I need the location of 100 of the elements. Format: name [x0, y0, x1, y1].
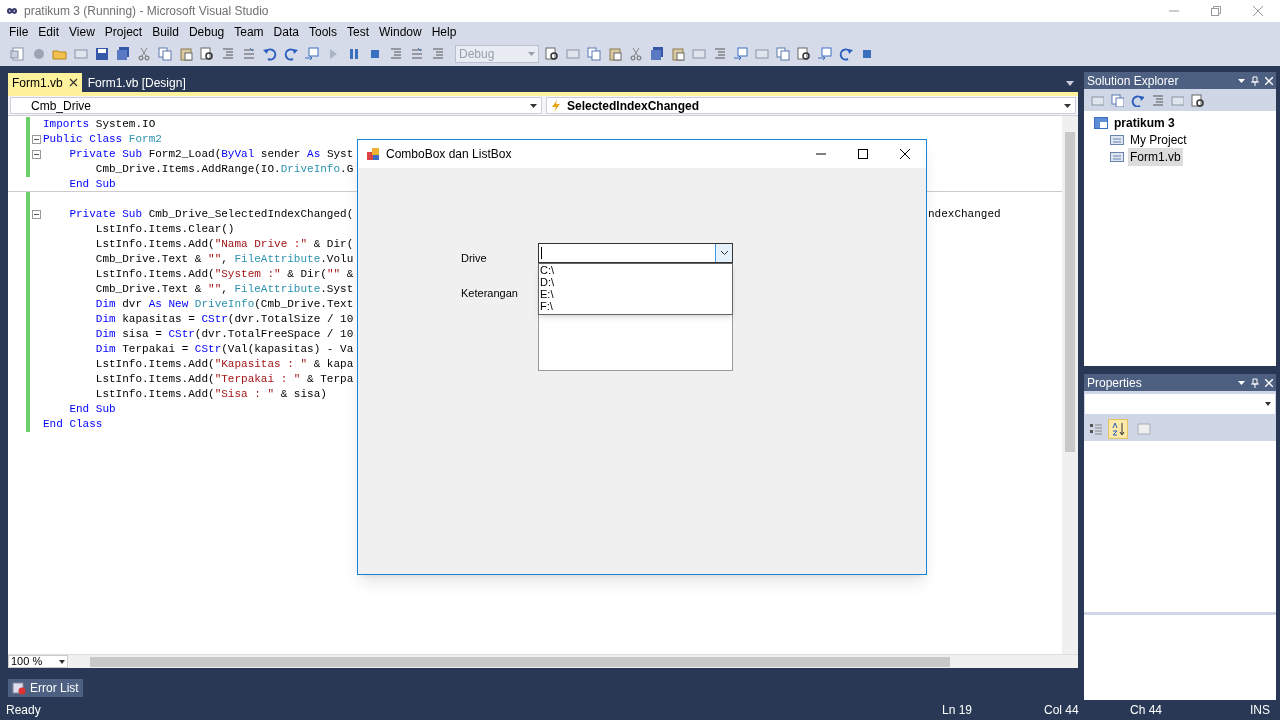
- code-line: Cmb_Drive.Text & "", FileAttribute.Volu: [94, 252, 354, 267]
- copy-icon[interactable]: [775, 46, 791, 62]
- find-icon[interactable]: [1190, 93, 1204, 107]
- error-list-tab[interactable]: Error List: [8, 679, 83, 697]
- caret-icon: [530, 103, 537, 108]
- file-icon: [1110, 150, 1124, 163]
- code-line: Dim kapasitas = CStr(dvr.TotalSize / 10: [94, 312, 354, 327]
- indent-icon[interactable]: [712, 46, 728, 62]
- code-line: Cmb_Drive.Text & "", FileAttribute.Syst: [94, 282, 354, 297]
- menu-item[interactable]: View: [64, 23, 100, 41]
- save-icon[interactable]: [94, 46, 110, 62]
- maximize-icon[interactable]: [857, 148, 869, 160]
- caret-icon[interactable]: [1066, 81, 1074, 86]
- tree-item[interactable]: Form1.vb: [1128, 147, 1183, 166]
- project-icon: [1094, 116, 1108, 129]
- copy-icon[interactable]: [586, 46, 602, 62]
- vertical-scrollbar[interactable]: [1062, 116, 1078, 654]
- code-line: Cmb_Drive.Items.AddRange(IO.DriveInfo.G: [94, 162, 354, 177]
- indent-icon[interactable]: [220, 46, 236, 62]
- find-icon[interactable]: [796, 46, 812, 62]
- caret-icon: [1265, 402, 1271, 406]
- menu-item[interactable]: Edit: [33, 23, 65, 41]
- code-line: Dim sisa = CStr(dvr.TotalFreeSpace / 10: [94, 327, 354, 342]
- collapse-icon[interactable]: [32, 210, 41, 219]
- menu-item[interactable]: Tools: [303, 23, 342, 41]
- code-line: Private Sub Form2_Load(ByVal sender As Syst: [68, 147, 354, 162]
- window-title: pratikum 3 (Running) - Microsoft Visual Studio: [24, 3, 269, 20]
- redo-icon[interactable]: [1130, 93, 1144, 107]
- lightning-icon: [551, 99, 561, 112]
- new-project-icon[interactable]: [10, 46, 26, 62]
- redo-icon[interactable]: [838, 46, 854, 62]
- save-all-icon[interactable]: [115, 46, 131, 62]
- app-icon: [366, 147, 380, 161]
- find-icon[interactable]: [199, 46, 215, 62]
- indent-icon[interactable]: [388, 46, 404, 62]
- navigate-icon[interactable]: [817, 46, 833, 62]
- code-line: Dim dvr As New DriveInfo(Cmb_Drive.Text: [94, 297, 354, 312]
- chevron-down-icon: [719, 250, 729, 256]
- caret-icon: [1064, 103, 1071, 108]
- copy-icon[interactable]: [157, 46, 173, 62]
- infinity-logo-icon: [4, 6, 20, 16]
- menu-item[interactable]: Window: [374, 23, 427, 41]
- find-icon[interactable]: [544, 46, 560, 62]
- paste-icon[interactable]: [607, 46, 623, 62]
- menu-item[interactable]: Project: [99, 23, 148, 41]
- collapse-icon[interactable]: [32, 150, 41, 159]
- categorized-icon[interactable]: [1088, 421, 1104, 437]
- save-all-icon[interactable]: [649, 46, 665, 62]
- object-dropdown[interactable]: Cmb_Drive: [10, 97, 542, 114]
- column-number-text: Col 44: [1044, 702, 1080, 719]
- caret-icon[interactable]: [1238, 78, 1245, 83]
- document-tab[interactable]: Form1.vb [Design]: [83, 73, 190, 92]
- menu-item[interactable]: Test: [341, 23, 374, 41]
- dropdown-option[interactable]: D:\: [539, 276, 732, 288]
- document-tab[interactable]: Form1.vb: [8, 73, 82, 92]
- comment-icon[interactable]: [409, 46, 425, 62]
- undo-icon[interactable]: [262, 46, 278, 62]
- navigate-icon[interactable]: [304, 46, 320, 62]
- indent-icon[interactable]: [1150, 93, 1164, 107]
- indent-icon[interactable]: [430, 46, 446, 62]
- redo-icon[interactable]: [283, 46, 299, 62]
- dropdown-option[interactable]: E:\: [539, 288, 732, 300]
- char-number-text: Ch 44: [1130, 702, 1164, 719]
- sphere-icon[interactable]: [31, 46, 47, 62]
- menu-item[interactable]: Debug: [183, 23, 230, 41]
- tree-item[interactable]: pratikum 3: [1112, 113, 1177, 132]
- close-icon[interactable]: [68, 78, 78, 87]
- collapse-icon[interactable]: [32, 135, 41, 144]
- menu-item[interactable]: Help: [426, 23, 462, 41]
- comment-icon[interactable]: [241, 46, 257, 62]
- field-label: Drive: [461, 251, 488, 266]
- tree-item[interactable]: My Project: [1128, 130, 1189, 149]
- alphabetical-button[interactable]: [1108, 419, 1128, 439]
- menu-item[interactable]: Build: [147, 23, 184, 41]
- event-dropdown[interactable]: SelectedIndexChanged: [546, 97, 1076, 114]
- pin-icon[interactable]: [1251, 377, 1259, 388]
- insert-mode-text: INS: [1250, 702, 1271, 719]
- drive-combobox[interactable]: [538, 243, 733, 263]
- caret-icon: [59, 659, 65, 664]
- cut-icon[interactable]: [628, 46, 644, 62]
- pin-icon[interactable]: [1251, 75, 1259, 86]
- panel-title: Solution Explorer: [1087, 72, 1179, 90]
- caret-icon: [528, 52, 535, 56]
- menu-item[interactable]: File: [4, 23, 34, 41]
- copy-icon[interactable]: [1110, 93, 1124, 107]
- dropdown-option[interactable]: C:\: [539, 264, 732, 276]
- cut-icon[interactable]: [136, 46, 152, 62]
- navigate-icon[interactable]: [733, 46, 749, 62]
- menu-item[interactable]: Team: [229, 23, 269, 41]
- restore-icon[interactable]: [1210, 5, 1222, 17]
- caret-icon[interactable]: [1238, 380, 1245, 385]
- line-number-text: Ln 19: [942, 702, 974, 719]
- paste-icon[interactable]: [178, 46, 194, 62]
- zoom-dropdown[interactable]: 100 %: [8, 655, 68, 668]
- close-icon[interactable]: [899, 148, 911, 160]
- code-line: LstInfo.Items.Add("Terpakai : " & Terpa: [94, 372, 354, 387]
- dropdown-option[interactable]: F:\: [539, 300, 732, 312]
- code-line: LstInfo.Items.Add("System :" & Dir("" &: [94, 267, 354, 282]
- menu-item[interactable]: Data: [268, 23, 304, 41]
- paste-icon[interactable]: [670, 46, 686, 62]
